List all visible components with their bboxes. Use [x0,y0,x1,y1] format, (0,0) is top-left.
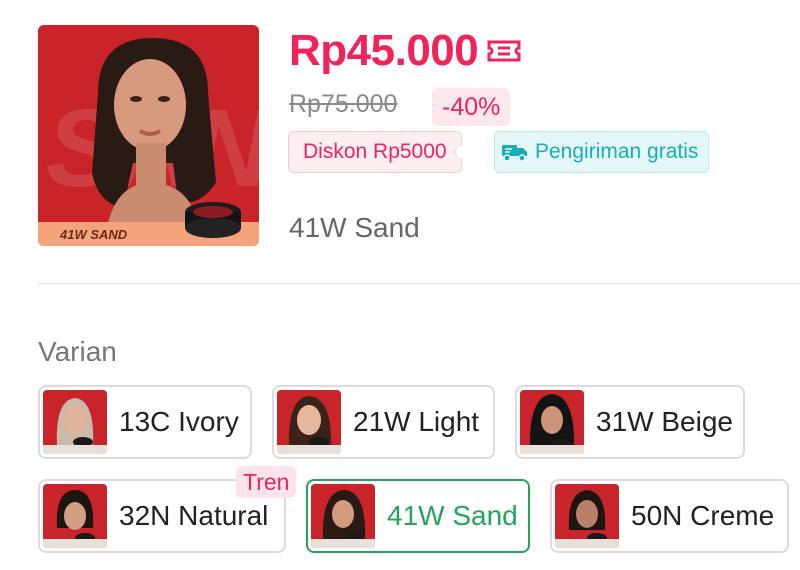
variant-option-41w-sand[interactable]: 41W Sand [306,479,530,553]
product-image[interactable]: SAND 41W SAND [38,25,259,246]
product-image-caption: 41W SAND [60,227,128,242]
cushion-compact-image [185,202,241,238]
free-shipping-label: Pengiriman gratis [535,140,699,163]
variant-label: 21W Light [353,406,480,437]
variant-option-21w-light[interactable]: 21W Light [272,385,495,459]
variant-thumbnail [43,484,107,548]
variant-label: 13C Ivory [119,406,239,437]
price-value: Rp45.000 [289,26,479,75]
coupon-notch [454,146,467,158]
discount-coupon-tag[interactable]: Diskon Rp5000 [288,131,467,173]
variant-label: 32N Natural [119,500,269,531]
current-price: Rp45.000 [289,26,522,76]
selected-variant-name: 41W Sand [289,212,420,243]
variant-label: 41W Sand [387,500,518,531]
free-shipping-tag[interactable]: Pengiriman gratis [494,131,710,173]
ticket-icon[interactable] [486,39,522,63]
variant-label: 50N Creme [631,500,775,531]
variant-thumbnail [520,390,584,454]
variant-thumbnail [555,484,619,548]
discount-coupon-label: Diskon Rp5000 [303,140,447,163]
trend-badge: Tren [236,466,297,498]
original-price: Rp75.000 [289,90,398,118]
variant-option-50n-creme[interactable]: 50N Creme [550,479,789,553]
discount-percent-badge: -40% [432,88,511,126]
variant-option-13c-ivory[interactable]: 13C Ivory [38,385,252,459]
variant-label: 31W Beige [596,406,733,437]
variant-option-31w-beige[interactable]: 31W Beige [515,385,745,459]
variants-section-title: Varian [38,336,117,367]
divider [38,283,800,284]
variant-thumbnail [311,484,375,548]
truck-icon [502,145,527,162]
variant-thumbnail [277,390,341,454]
variant-thumbnail [43,390,107,454]
